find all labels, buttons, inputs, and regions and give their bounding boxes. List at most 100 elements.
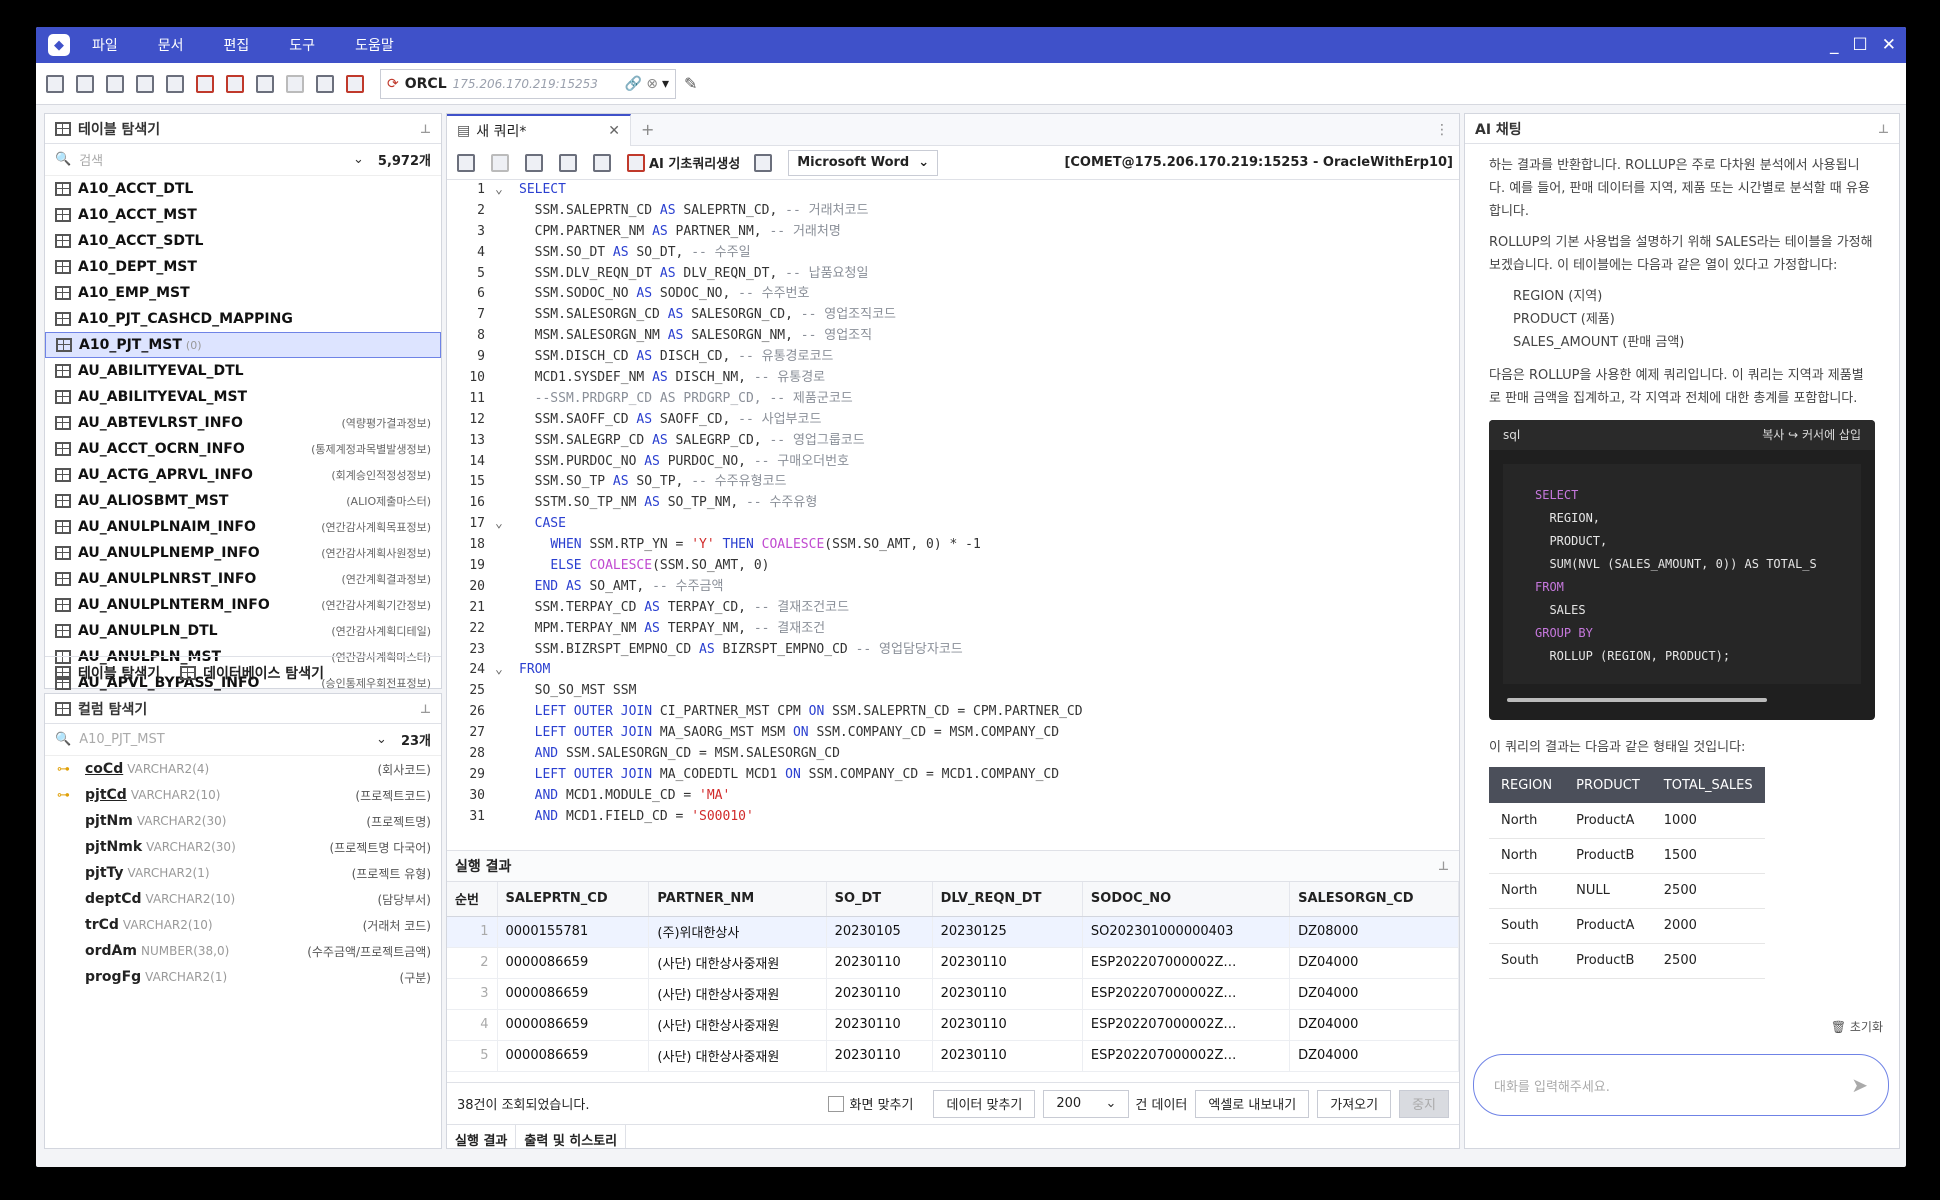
table-cell[interactable]: 0000086659 [497, 1009, 650, 1041]
table-list-item[interactable]: A10_ACCT_MST [45, 202, 441, 228]
table-list-item[interactable]: AU_ANULPLNTERM_INFO (연간감사계획기간정보) [45, 592, 441, 618]
eraser-icon[interactable]: ✎ [684, 74, 697, 93]
column-list-item[interactable]: ordAm NUMBER(38,0) (수주금액/프로젝트금액) [45, 938, 441, 964]
open-folder-icon[interactable] [46, 74, 64, 93]
menu-edit[interactable]: 편집 [224, 35, 250, 55]
table-cell[interactable]: DZ04000 [1289, 978, 1459, 1010]
tab-table-explorer[interactable]: 테이블 탐색기 [45, 663, 170, 683]
db-add-icon[interactable] [316, 74, 334, 93]
format-icon[interactable] [593, 153, 611, 172]
plug-icon[interactable] [286, 74, 304, 93]
table-search-input[interactable]: 검색 [79, 150, 103, 169]
table-cell[interactable]: DZ04000 [1289, 947, 1459, 979]
table-list-item[interactable]: AU_ABILITYEVAL_DTL [45, 358, 441, 384]
table-list-item[interactable]: AU_ANULPLNAIM_INFO (연간감사계획목표정보) [45, 514, 441, 540]
menu-file[interactable]: 파일 [92, 35, 118, 55]
table-cell[interactable]: 4 [447, 1009, 498, 1041]
table-list-item[interactable]: AU_ACCT_OCRN_INFO (통제계정과목별발생정보) [45, 436, 441, 462]
table-list-item[interactable]: AU_ANULPLNEMP_INFO (연간감사계획사원정보) [45, 540, 441, 566]
format-select[interactable]: Microsoft Word ⌄ [788, 149, 939, 176]
add-tab-icon[interactable]: + [641, 120, 654, 139]
table-list-item[interactable]: AU_ALIOSBMT_MST (ALIO제출마스터) [45, 488, 441, 514]
table-list-item[interactable]: A10_ACCT_SDTL [45, 228, 441, 254]
table-list-item[interactable]: A10_ACCT_DTL [45, 176, 441, 202]
sql-code-editor[interactable]: 1 ⌄ SELECT 2 SSM.SALEPRTN_CD AS SALEPRTN_CD… [447, 180, 1459, 850]
table-cell[interactable]: 20230110 [826, 978, 933, 1010]
stop-button[interactable]: 중지 [1399, 1089, 1449, 1118]
export-icon[interactable] [559, 153, 577, 172]
table-cell[interactable]: ESP202207000002Z… [1082, 947, 1291, 979]
save-all-icon[interactable] [136, 74, 154, 93]
table-row[interactable]: 1 0000155781 (주)위대한상사 20230105 20230125 SO202… [447, 916, 1459, 948]
table-cell[interactable]: SO202301000000403 [1082, 916, 1291, 948]
table-cell[interactable]: 20230110 [826, 947, 933, 979]
table-cell[interactable]: 3 [447, 978, 498, 1010]
table-cell[interactable]: (주)위대한상사 [648, 916, 827, 948]
table-list-item[interactable]: AU_ABILITYEVAL_MST [45, 384, 441, 410]
fetch-button[interactable]: 가져오기 [1317, 1089, 1392, 1118]
chevron-down-icon[interactable]: ▾ [662, 76, 669, 92]
table-cell[interactable]: DZ04000 [1289, 1009, 1459, 1041]
column-list-item[interactable]: progFg VARCHAR2(1) (구분) [45, 964, 441, 990]
table-list-item[interactable]: AU_ANULPLNRST_INFO (연간계획결과정보) [45, 566, 441, 592]
tab-results[interactable]: 실행 결과 [447, 1124, 517, 1148]
maximize-button[interactable]: ☐ [1853, 35, 1868, 55]
fit-data-button[interactable]: 데이터 맞추기 [933, 1089, 1036, 1118]
table-cell[interactable]: 2 [447, 947, 498, 979]
fold-icon[interactable]: ⌄ [495, 180, 503, 201]
column-table-name[interactable]: A10_PJT_MST [79, 732, 164, 747]
table-row[interactable]: 5 0000086659 (사단) 대한상사중재원 20230110 20230110 E… [447, 1040, 1459, 1072]
pin-icon[interactable]: ⊥ [1438, 859, 1449, 873]
column-list-item[interactable]: pjtNmk VARCHAR2(30) (프로젝트명 다국어) [45, 834, 441, 860]
column-header[interactable]: SODOC_NO [1082, 882, 1291, 917]
save-as-icon[interactable] [106, 74, 124, 93]
column-list-item[interactable]: trCd VARCHAR2(10) (거래처 코드) [45, 912, 441, 938]
explain-plan-icon[interactable] [525, 153, 543, 172]
table-cell[interactable]: 0000086659 [497, 1040, 650, 1072]
menu-tools[interactable]: 도구 [289, 35, 315, 55]
column-header[interactable]: DLV_REQN_DT [932, 882, 1083, 917]
column-list-item[interactable]: ⊶ coCd VARCHAR2(4) (회사코드) [45, 756, 441, 782]
column-header[interactable]: PARTNER_NM [648, 882, 827, 917]
column-header[interactable]: SALEPRTN_CD [497, 882, 650, 917]
new-connection-icon[interactable] [196, 74, 214, 93]
horizontal-scrollbar[interactable] [1507, 698, 1767, 702]
ai-query-button[interactable]: AI 기초쿼리생성 [649, 153, 740, 172]
connection-settings-icon[interactable] [256, 74, 274, 93]
table-cell[interactable]: 5 [447, 1040, 498, 1072]
pin-icon[interactable]: ⊥ [420, 702, 431, 716]
run-query-icon[interactable] [457, 153, 475, 172]
pin-icon[interactable]: ⊥ [1878, 122, 1889, 136]
tab-new-query[interactable]: ▤ 새 쿼리* ✕ [447, 114, 631, 146]
close-button[interactable]: ✕ [1882, 35, 1896, 55]
column-header[interactable]: 순번 [447, 882, 498, 917]
column-header[interactable]: SO_DT [826, 882, 933, 917]
table-cell[interactable]: ESP202207000002Z… [1082, 1009, 1291, 1041]
code-actions[interactable]: 복사 ↪ 커서에 삽입 [1762, 424, 1861, 447]
table-cell[interactable]: 20230110 [826, 1040, 933, 1072]
fit-screen-checkbox[interactable] [827, 1095, 844, 1112]
table-cell[interactable]: 20230110 [826, 1009, 933, 1041]
disconnect-icon[interactable] [226, 74, 244, 93]
table-cell[interactable]: 0000086659 [497, 978, 650, 1010]
table-list-item[interactable]: A10_PJT_CASHCD_MAPPING [45, 306, 441, 332]
table-row[interactable]: 4 0000086659 (사단) 대한상사중재원 20230110 20230110 E… [447, 1009, 1459, 1041]
table-cell[interactable]: ESP202207000002Z… [1082, 978, 1291, 1010]
more-icon[interactable]: ⋮ [1435, 122, 1449, 138]
column-header[interactable]: SALESORGN_CD [1289, 882, 1459, 917]
column-list-item[interactable]: deptCd VARCHAR2(10) (담당부서) [45, 886, 441, 912]
table-cell[interactable]: 20230105 [826, 916, 933, 948]
page-size-select[interactable]: 200 ⌄ [1043, 1089, 1130, 1118]
table-cell[interactable]: 20230110 [932, 1009, 1083, 1041]
table-list-item[interactable]: AU_ANULPLN_DTL (연간감사계획디테일) [45, 618, 441, 644]
table-cell[interactable]: 20230110 [932, 978, 1083, 1010]
table-cell[interactable]: DZ08000 [1289, 916, 1459, 948]
table-cell[interactable]: 0000086659 [497, 947, 650, 979]
run-selection-icon[interactable] [491, 153, 509, 172]
column-list-item[interactable]: ⊶ pjtCd VARCHAR2(10) (프로젝트코드) [45, 782, 441, 808]
tab-database-explorer[interactable]: 데이터베이스 탐색기 [170, 663, 334, 683]
close-tab-icon[interactable]: ✕ [608, 123, 620, 139]
table-list-item[interactable]: AU_ACTG_APRVL_INFO (회계승인적정성정보) [45, 462, 441, 488]
table-cell[interactable]: 20230110 [932, 947, 1083, 979]
chat-input[interactable]: 대화를 입력해주세요. ➤ [1473, 1054, 1889, 1116]
